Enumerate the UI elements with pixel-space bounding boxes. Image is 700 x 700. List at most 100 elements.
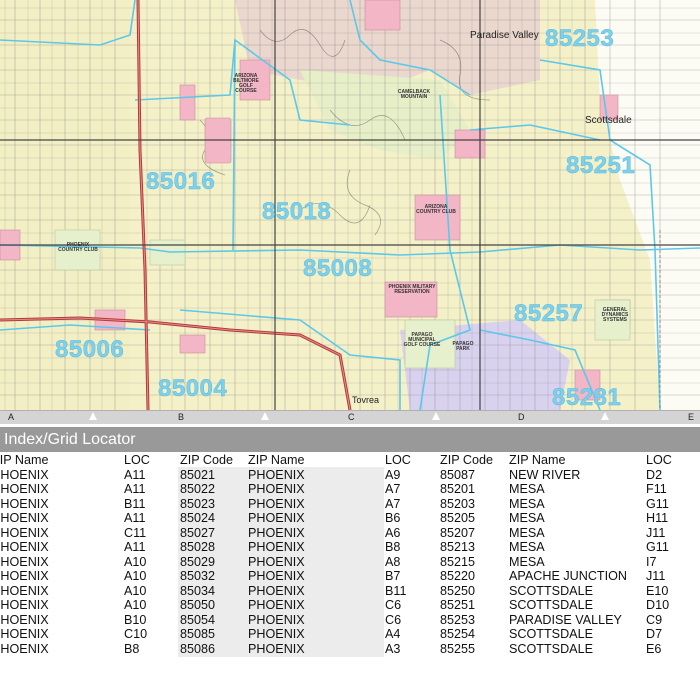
index-cell-col3-code: 85254 [440,627,476,641]
poi-papago-park: PAPAGO PARK [452,341,474,352]
index-cell-col1-name: PHOENIX [0,540,49,554]
index-cell-col3-loc: G11 [646,496,669,511]
zip-label-85008: 85008 [303,255,373,283]
index-cell-col2-loc: B8 [385,540,401,554]
index-cell-col3-code: 85251 [440,598,476,612]
index-cell-col2-code: 85022 [180,482,216,496]
index-cell-col3-name: MESA [509,525,545,540]
index-cell-col2-code: 85028 [180,540,216,554]
index-cell-col3-loc: D10 [646,598,670,612]
index-cell-col3-name: MESA [509,496,545,511]
index-cell-col2-code: 85032 [180,569,216,583]
ruler-tick [89,412,97,420]
index-cell-col2-name: PHOENIX [248,612,305,627]
index-cell-col1-loc: A11 [124,540,146,554]
index-cell-col1-name: PHOENIX [0,496,49,511]
index-cell-col2-code: 85086 [180,641,216,656]
index-cell-col3-code: 85215 [440,554,476,569]
index-cell-col3-name: MESA [509,511,545,525]
index-cell-col3-loc: G11 [646,540,669,554]
index-cell-col2-name: PHOENIX [248,583,305,598]
index-cell-col1-loc: B11 [124,496,146,511]
index-cell-col2-loc: B7 [385,569,401,583]
index-cell-col2-name: PHOENIX [248,467,305,482]
index-cell-col3-code: 85201 [440,482,476,496]
index-cell-col1-name: PHOENIX [0,554,49,569]
index-cell-col3-loc: E6 [646,641,662,656]
index-cell-col1-loc: A11 [124,482,146,496]
index-cell-col2-code: 85021 [180,467,216,482]
index-cell-col1-name: PHOENIX [0,482,49,496]
street-map[interactable]: 85016 85018 85008 85006 85004 85251 8525… [0,0,700,410]
zip-label-85253: 85253 [545,25,615,53]
index-cell-col1-name: PHOENIX [0,467,49,482]
index-cell-col1-name: PHOENIX [0,627,49,641]
index-cell-col2-loc: C6 [385,598,402,612]
ruler-tick [432,412,440,420]
index-cell-col1-loc: A10 [124,583,147,598]
poi-phoenix-country-club: PHOENIX COUNTRY CLUB [58,242,98,253]
index-cell-col2-loc: C6 [385,612,402,627]
ruler-letter-d: D [518,412,525,422]
index-cell-col1-loc: A10 [124,554,147,569]
poi-arizona-biltmore-golf-course: ARIZONA BILTMORE GOLF COURSE [233,73,259,94]
index-cell-col2-code: 85085 [180,627,216,641]
index-cell-col3-name: MESA [509,540,545,554]
index-cell-col2-code: 85054 [180,612,216,627]
index-cell-col3-name: SCOTTSDALE [509,641,593,656]
index-cell-col3-code: 85255 [440,641,476,656]
zip-label-85018: 85018 [262,198,332,226]
index-cell-col2-name: PHOENIX [248,496,305,511]
index-cell-col3-code: 85207 [440,525,476,540]
index-cell-col2-name: PHOENIX [248,641,305,656]
index-cell-col2-loc: A7 [385,482,401,496]
index-cell-col2-loc: A7 [385,496,401,511]
index-cell-col3-code: 85250 [440,583,476,598]
index-cell-col1-loc: B10 [124,612,147,627]
poi-camelback-mountain: CAMELBACK MOUNTAIN [397,89,431,100]
zip-label-85281: 85281 [552,384,622,410]
index-cell-col2-name: PHOENIX [248,511,305,525]
header-zip-name: ZIP Name [0,453,49,467]
index-cell-col3-loc: C9 [646,612,663,627]
header-zip-code: ZIP Code [180,453,233,467]
ruler-letter-e: E [688,412,695,422]
index-cell-col1-loc: A10 [124,569,147,583]
index-cell-col2-name: PHOENIX [248,627,305,641]
index-cell-col2-loc: A6 [385,525,401,540]
index-cell-col2-loc: A8 [385,554,401,569]
index-cell-col3-name: MESA [509,482,545,496]
place-label-paradise-valley: Paradise Valley [470,30,539,41]
ruler-tick [261,412,269,420]
ruler-tick [601,412,609,420]
grid-ruler: A B C D E [0,410,700,424]
zip-label-85257: 85257 [514,300,584,328]
poi-phoenix-military-reservation: PHOENIX MILITARY RESERVATION [388,284,436,295]
index-cell-col3-code: 85220 [440,569,476,583]
index-cell-col1-name: PHOENIX [0,598,49,612]
index-cell-col3-name: SCOTTSDALE [509,627,593,641]
index-cell-col3-loc: E10 [646,583,669,598]
index-title: Index/Grid Locator [0,427,700,452]
header-zip-name: ZIP Name [248,453,305,467]
index-cell-col3-code: 85087 [440,467,476,482]
header-loc: LOC [646,453,672,467]
index-cell-col3-code: 85203 [440,496,476,511]
index-cell-col2-code: 85034 [180,583,216,598]
index-cell-col3-name: PARADISE VALLEY [509,612,622,627]
index-cell-col3-loc: F11 [646,482,667,496]
index-cell-col2-loc: A3 [385,641,401,656]
zip-label-85016: 85016 [146,168,216,196]
place-label-scottsdale: Scottsdale [585,115,632,126]
index-cell-col3-loc: D2 [646,467,663,482]
index-cell-col3-loc: H11 [646,511,669,525]
header-loc: LOC [124,453,150,467]
header-zip-name: ZIP Name [509,453,566,467]
index-cell-col1-name: PHOENIX [0,583,49,598]
zip-label-85251: 85251 [566,152,636,180]
index-cell-col3-loc: D7 [646,627,663,641]
zip-label-85006: 85006 [55,336,125,364]
index-cell-col1-loc: B8 [124,641,140,656]
index-cell-col1-name: PHOENIX [0,525,49,540]
index-cell-col3-name: SCOTTSDALE [509,598,593,612]
